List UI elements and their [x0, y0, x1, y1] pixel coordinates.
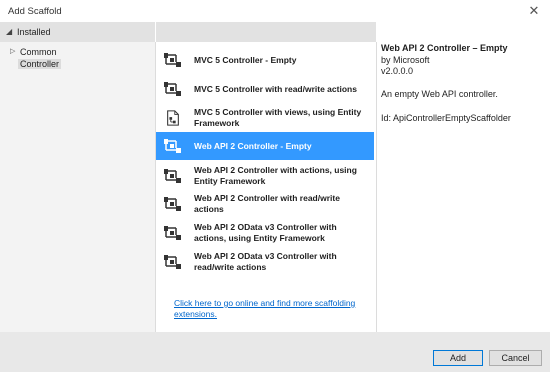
collapse-arrow-icon[interactable]: ◢ [6, 27, 12, 36]
api-controller-icon [164, 139, 181, 153]
controller-views-icon [167, 110, 179, 126]
scaffold-item-label: Web API 2 Controller - Empty [194, 141, 312, 151]
tree-item-label: Controller [20, 59, 60, 69]
cancel-button[interactable]: Cancel [489, 350, 542, 366]
scaffold-item-odata-readwrite[interactable]: Web API 2 OData v3 Controller with read/… [156, 248, 374, 276]
scaffold-item-label: MVC 5 Controller - Empty [194, 55, 297, 65]
controller-icon [164, 169, 181, 183]
scaffold-item-odata-actions-ef[interactable]: Web API 2 OData v3 Controller with actio… [156, 219, 374, 247]
scaffold-item-mvc5-views-ef[interactable]: MVC 5 Controller with views, using Entit… [156, 104, 374, 132]
expand-chevron-icon[interactable]: ▷ [10, 47, 15, 55]
details-version: v2.0.0.0 [381, 66, 414, 76]
scaffold-item-label: Web API 2 OData v3 Controller with read/… [194, 251, 337, 272]
find-more-scaffolding-link[interactable]: Click here to go online and find more sc… [174, 298, 374, 320]
details-id: Id: ApiControllerEmptyScaffolder [381, 113, 511, 123]
dialog-footer: Add Cancel [0, 332, 550, 372]
window-title: Add Scaffold [8, 6, 62, 17]
details-panel: Web API 2 Controller – Empty by Microsof… [377, 22, 550, 332]
scaffold-list: MVC 5 Controller - Empty MVC 5 Controlle… [156, 42, 377, 332]
tree-item-common[interactable]: ▷ Common [10, 47, 57, 57]
scaffold-item-webapi2-empty[interactable]: Web API 2 Controller - Empty [156, 132, 374, 160]
controller-icon [164, 255, 181, 269]
scaffold-item-label: MVC 5 Controller with read/write actions [194, 84, 357, 94]
details-title: Web API 2 Controller – Empty [381, 43, 508, 53]
title-bar: Add Scaffold ✕ [0, 0, 550, 21]
scaffold-item-label: Web API 2 OData v3 Controller with actio… [194, 222, 337, 243]
details-description: An empty Web API controller. [381, 89, 498, 99]
scaffold-item-label: Web API 2 Controller with read/write act… [194, 193, 340, 214]
details-author: by Microsoft [381, 55, 430, 65]
scaffold-list-header [156, 22, 376, 42]
add-button[interactable]: Add [433, 350, 483, 366]
installed-header[interactable]: ◢ Installed [0, 22, 155, 42]
controller-icon [164, 82, 181, 96]
close-icon[interactable]: ✕ [526, 3, 542, 19]
scaffold-item-webapi2-readwrite[interactable]: Web API 2 Controller with read/write act… [156, 190, 374, 218]
scaffold-item-label: MVC 5 Controller with views, using Entit… [194, 107, 362, 128]
scaffold-item-mvc5-empty[interactable]: MVC 5 Controller - Empty [156, 46, 374, 74]
scaffold-item-webapi2-actions-ef[interactable]: Web API 2 Controller with actions, using… [156, 162, 374, 190]
tree-item-label: Common [20, 47, 57, 57]
controller-icon [164, 197, 181, 211]
controller-icon [164, 53, 181, 67]
controller-icon [164, 226, 181, 240]
installed-label: Installed [17, 27, 51, 37]
scaffold-item-label: Web API 2 Controller with actions, using… [194, 165, 357, 186]
tree-item-controller[interactable]: Controller [18, 59, 62, 69]
category-tree: ▷ Common Controller [0, 42, 156, 332]
scaffold-item-mvc5-readwrite[interactable]: MVC 5 Controller with read/write actions [156, 75, 374, 103]
